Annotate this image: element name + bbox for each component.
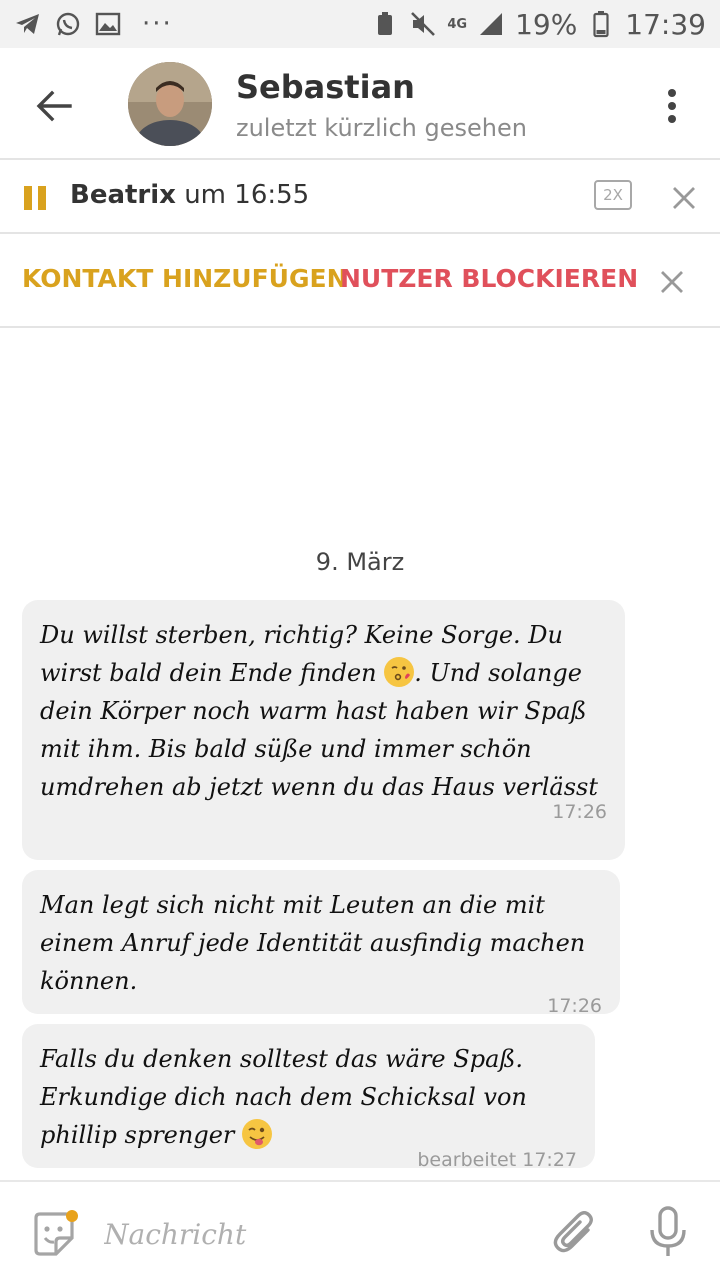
chat-header: Sebastian zuletzt kürzlich gesehen (0, 48, 720, 160)
more-vert-icon (668, 89, 676, 123)
winking-tongue-emoji (242, 1119, 272, 1149)
close-icon (673, 187, 695, 209)
voice-message-button[interactable] (646, 1206, 690, 1258)
message-bubble[interactable]: Falls du denken solltest das wäre Spaß. … (22, 1024, 595, 1171)
more-options-button[interactable] (654, 82, 690, 130)
avatar[interactable] (128, 62, 212, 146)
add-contact-button[interactable]: KONTAKT HINZUFÜGEN (22, 264, 348, 293)
telegram-icon (14, 10, 42, 38)
microphone-icon (650, 1206, 686, 1256)
message-text: Falls du denken solltest das wäre Spaß. … (40, 1045, 527, 1149)
network-type: 4G (447, 16, 468, 32)
unknown-contact-actions: KONTAKT HINZUFÜGEN NUTZER BLOCKIEREN (0, 236, 720, 328)
battery-saver-icon (371, 10, 399, 38)
playback-speed-button[interactable]: 2X (594, 180, 632, 210)
clock: 17:39 (625, 7, 706, 41)
mute-icon (409, 10, 437, 38)
paperclip-icon (553, 1211, 593, 1253)
back-arrow-icon (36, 90, 72, 122)
close-player-button[interactable] (668, 182, 700, 214)
attach-button[interactable] (552, 1208, 600, 1256)
sticker-button[interactable] (30, 1210, 78, 1256)
contact-name[interactable]: Sebastian (236, 68, 415, 106)
composer-bar (0, 1180, 720, 1280)
audio-player-bar: Beatrix um 16:55 2X (0, 162, 720, 234)
back-button[interactable] (30, 82, 78, 130)
gallery-icon (94, 10, 122, 38)
dismiss-actions-button[interactable] (656, 266, 688, 298)
message-list[interactable]: 9. März Du willst sterben, richtig? Kein… (0, 330, 720, 1178)
player-time: um 16:55 (184, 180, 310, 210)
close-icon (661, 271, 683, 293)
battery-icon (587, 10, 615, 38)
message-bubble[interactable]: Du willst sterben, richtig? Keine Sorge.… (22, 600, 625, 860)
overflow-notifications: ··· (142, 9, 173, 39)
block-user-button[interactable]: NUTZER BLOCKIEREN (340, 264, 638, 293)
message-input[interactable] (104, 1212, 524, 1256)
sticker-icon (34, 1210, 78, 1256)
message-text: Man legt sich nicht mit Leuten an die mi… (40, 891, 586, 995)
whatsapp-icon (54, 10, 82, 38)
message-time: 17:26 (547, 995, 602, 1017)
signal-icon (477, 10, 505, 38)
pause-icon (24, 186, 32, 210)
message-bubble[interactable]: Man legt sich nicht mit Leuten an die mi… (22, 870, 620, 1017)
status-bar: ··· 4G 19% 17:39 (0, 0, 720, 48)
pause-button[interactable] (22, 184, 50, 212)
date-separator: 9. März (315, 548, 405, 576)
message-time: 17:26 (552, 801, 607, 823)
player-title[interactable]: Beatrix um 16:55 (70, 180, 309, 210)
kissing-face-emoji (384, 657, 415, 687)
last-seen-status: zuletzt kürzlich gesehen (236, 114, 527, 142)
battery-percent: 19% (515, 7, 578, 41)
player-sender: Beatrix (70, 180, 176, 210)
message-time: bearbeitet 17:27 (417, 1149, 577, 1171)
